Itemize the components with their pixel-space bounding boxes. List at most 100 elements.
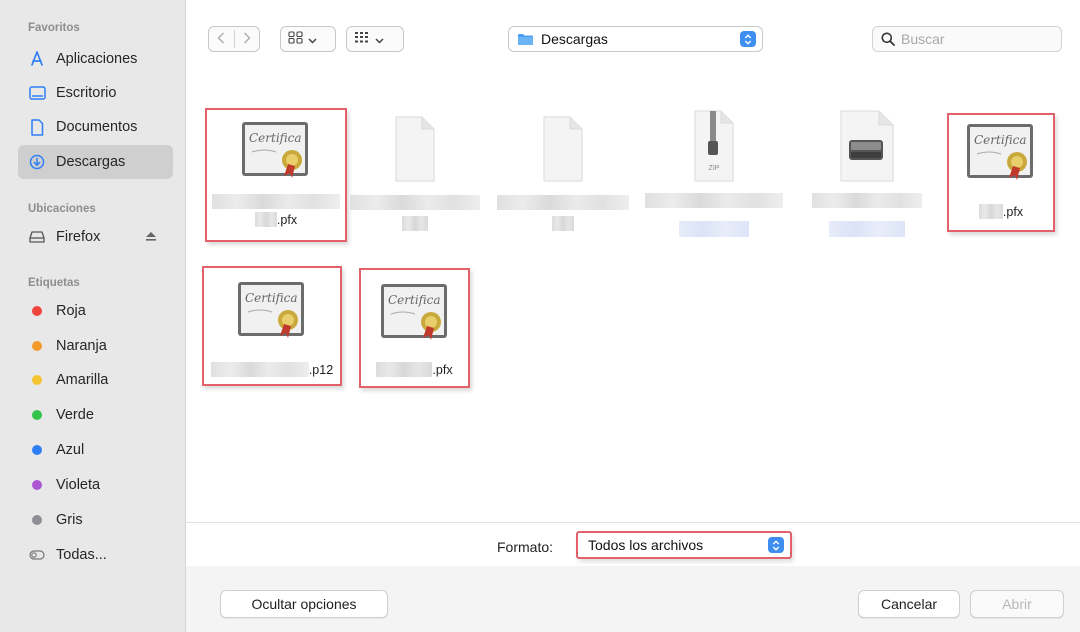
blurred-filename [210, 362, 309, 377]
tag-label: Gris [56, 512, 83, 528]
grouping-icon [354, 31, 370, 48]
file-item-zip[interactable]: ZIP [645, 108, 783, 258]
sidebar-tag-orange[interactable]: Naranja [18, 329, 173, 363]
file-item-document[interactable] [349, 114, 481, 244]
red-tag-dot [32, 306, 42, 316]
blurred-filename [212, 194, 340, 209]
blue-tag-dot [32, 445, 42, 455]
navigation-buttons [208, 26, 260, 52]
zip-archive-icon: ZIP [691, 108, 737, 187]
eject-icon[interactable] [145, 230, 157, 246]
file-item-document[interactable] [497, 114, 629, 244]
toolbar: Descargas Buscar [186, 0, 1080, 78]
file-item-certificate[interactable]: Certifica .pfx [947, 113, 1055, 232]
blurred-filename [254, 212, 277, 227]
blurred-filename [497, 195, 629, 210]
location-dropdown[interactable]: Descargas [508, 26, 763, 52]
cancel-button[interactable]: Cancelar [858, 590, 960, 618]
sidebar-tag-blue[interactable]: Azul [18, 433, 173, 467]
format-dropdown[interactable]: Todos los archivos [576, 531, 792, 559]
gray-tag-dot [32, 515, 42, 525]
sidebar-tag-red[interactable]: Roja [18, 294, 173, 328]
sidebar-item-applications[interactable]: Aplicaciones [18, 42, 173, 76]
group-by-button[interactable] [346, 26, 404, 52]
applications-icon [28, 50, 46, 68]
sidebar-item-downloads[interactable]: Descargas [18, 145, 173, 179]
search-icon [881, 32, 895, 46]
certificate-icon: Certifica [379, 280, 451, 344]
sidebar-item-label: Aplicaciones [56, 51, 138, 67]
certificate-icon: Certifica [240, 118, 312, 182]
sidebar-tag-violet[interactable]: Violeta [18, 468, 173, 502]
blurred-filename [812, 193, 922, 208]
sidebar-item-label: Escritorio [56, 85, 117, 101]
blurred-filename [402, 216, 428, 231]
desktop-icon [28, 84, 46, 102]
sidebar-item-label: Firefox [56, 229, 101, 245]
chevron-down-icon [308, 31, 317, 47]
sidebar-tag-yellow[interactable]: Amarilla [18, 363, 173, 397]
file-item-certificate[interactable]: Certifica .p12 [202, 266, 342, 386]
chevron-down-icon [375, 31, 384, 47]
all-tags-icon [28, 546, 46, 564]
file-extension: .pfx [432, 362, 453, 377]
open-button[interactable]: Abrir [970, 590, 1064, 618]
tag-label: Azul [56, 442, 85, 458]
tag-label: Todas... [56, 547, 107, 563]
file-extension: .pfx [276, 212, 298, 227]
chevron-left-icon [217, 31, 225, 47]
stepper-icon [768, 537, 784, 553]
drive-icon [28, 228, 46, 246]
svg-text:Certifica: Certifica [974, 133, 1027, 147]
dialog-footer: Ocultar opciones Cancelar Abrir [186, 566, 1080, 632]
favorites-heading: Favoritos [28, 22, 80, 34]
format-label: Formato: [497, 539, 554, 555]
file-extension: .pfx [1002, 204, 1024, 219]
icon-grid-icon [288, 31, 303, 47]
folder-icon [517, 33, 534, 46]
certificate-icon: Certifica [236, 278, 308, 342]
location-label: Descargas [541, 31, 608, 47]
chevron-right-icon [243, 31, 251, 47]
sidebar-item-documents[interactable]: Documentos [18, 110, 173, 144]
back-button[interactable] [209, 27, 234, 51]
sidebar-item-firefox[interactable]: Firefox [18, 220, 173, 254]
green-tag-dot [32, 410, 42, 420]
search-input[interactable]: Buscar [901, 31, 945, 47]
sidebar-tag-gray[interactable]: Gris [18, 503, 173, 537]
stepper-icon [740, 31, 756, 47]
file-item-certificate[interactable]: Certifica .pfx [205, 108, 347, 242]
sidebar: Favoritos Aplicaciones Escritorio Docume… [0, 0, 186, 632]
sidebar-tag-green[interactable]: Verde [18, 398, 173, 432]
blurred-filename [679, 221, 749, 237]
format-value: Todos los archivos [588, 537, 704, 553]
search-field[interactable]: Buscar [872, 26, 1062, 52]
hide-options-button[interactable]: Ocultar opciones [220, 590, 388, 618]
tag-label: Violeta [56, 477, 101, 493]
forward-button[interactable] [235, 27, 260, 51]
svg-text:Certifica: Certifica [388, 293, 441, 307]
file-extension: .p12 [308, 362, 334, 377]
view-mode-button[interactable] [280, 26, 336, 52]
orange-tag-dot [32, 341, 42, 351]
tag-label: Verde [56, 407, 94, 423]
downloads-icon [28, 153, 46, 171]
zip-label: ZIP [709, 165, 720, 172]
document-icon [540, 114, 586, 187]
blurred-filename [552, 216, 574, 231]
format-row: Formato: Todos los archivos [186, 522, 1080, 566]
svg-text:Certifica: Certifica [249, 131, 302, 145]
sidebar-item-desktop[interactable]: Escritorio [18, 76, 173, 110]
blurred-filename [376, 362, 433, 377]
file-item-disk-image[interactable] [802, 108, 932, 258]
tag-label: Naranja [56, 338, 107, 354]
certificate-icon: Certifica [965, 120, 1037, 184]
document-icon [392, 114, 438, 187]
tags-heading: Etiquetas [28, 277, 80, 289]
document-icon [28, 118, 46, 136]
blurred-filename [645, 193, 783, 208]
sidebar-all-tags[interactable]: Todas... [18, 538, 173, 572]
violet-tag-dot [32, 480, 42, 490]
file-browser: Certifica .pfx ZIP Certifica .pfx Certif… [186, 78, 1080, 522]
file-item-certificate[interactable]: Certifica .pfx [359, 268, 470, 388]
